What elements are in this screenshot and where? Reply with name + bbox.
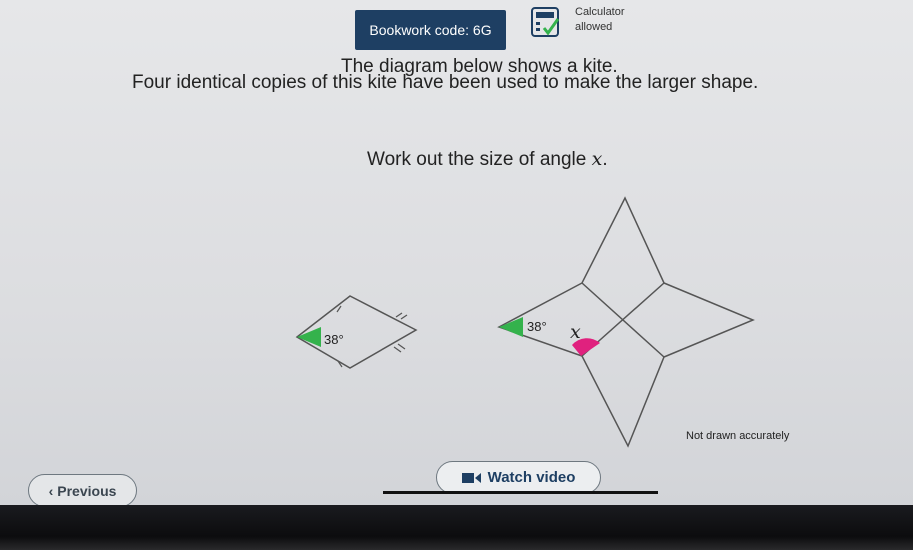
watch-video-label: Watch video (487, 469, 576, 486)
watch-video-button[interactable]: Watch video (436, 461, 601, 494)
previous-button[interactable]: ‹ Previous (28, 474, 137, 507)
divider-line (383, 491, 658, 494)
kite-tick (393, 346, 402, 353)
single-kite: 38° (295, 295, 418, 369)
kite-tick (400, 314, 408, 320)
chevron-left-icon: ‹ (48, 482, 54, 499)
kite-tick (395, 312, 403, 318)
kite-tick (397, 343, 406, 350)
kite-angle-label: 38° (324, 332, 344, 347)
kite-tick (336, 305, 342, 313)
shape-angle-label: 38° (527, 319, 547, 334)
previous-button-label: Previous (57, 482, 117, 499)
video-icon (461, 472, 481, 483)
large-shape: 38° x (497, 196, 755, 448)
unknown-angle-label: x (570, 321, 581, 343)
question-screen: Bookwork code: 6G Calculator allowed The… (0, 0, 913, 510)
not-drawn-accurately-note: Not drawn accurately (686, 430, 790, 442)
screen-bezel (0, 505, 913, 550)
